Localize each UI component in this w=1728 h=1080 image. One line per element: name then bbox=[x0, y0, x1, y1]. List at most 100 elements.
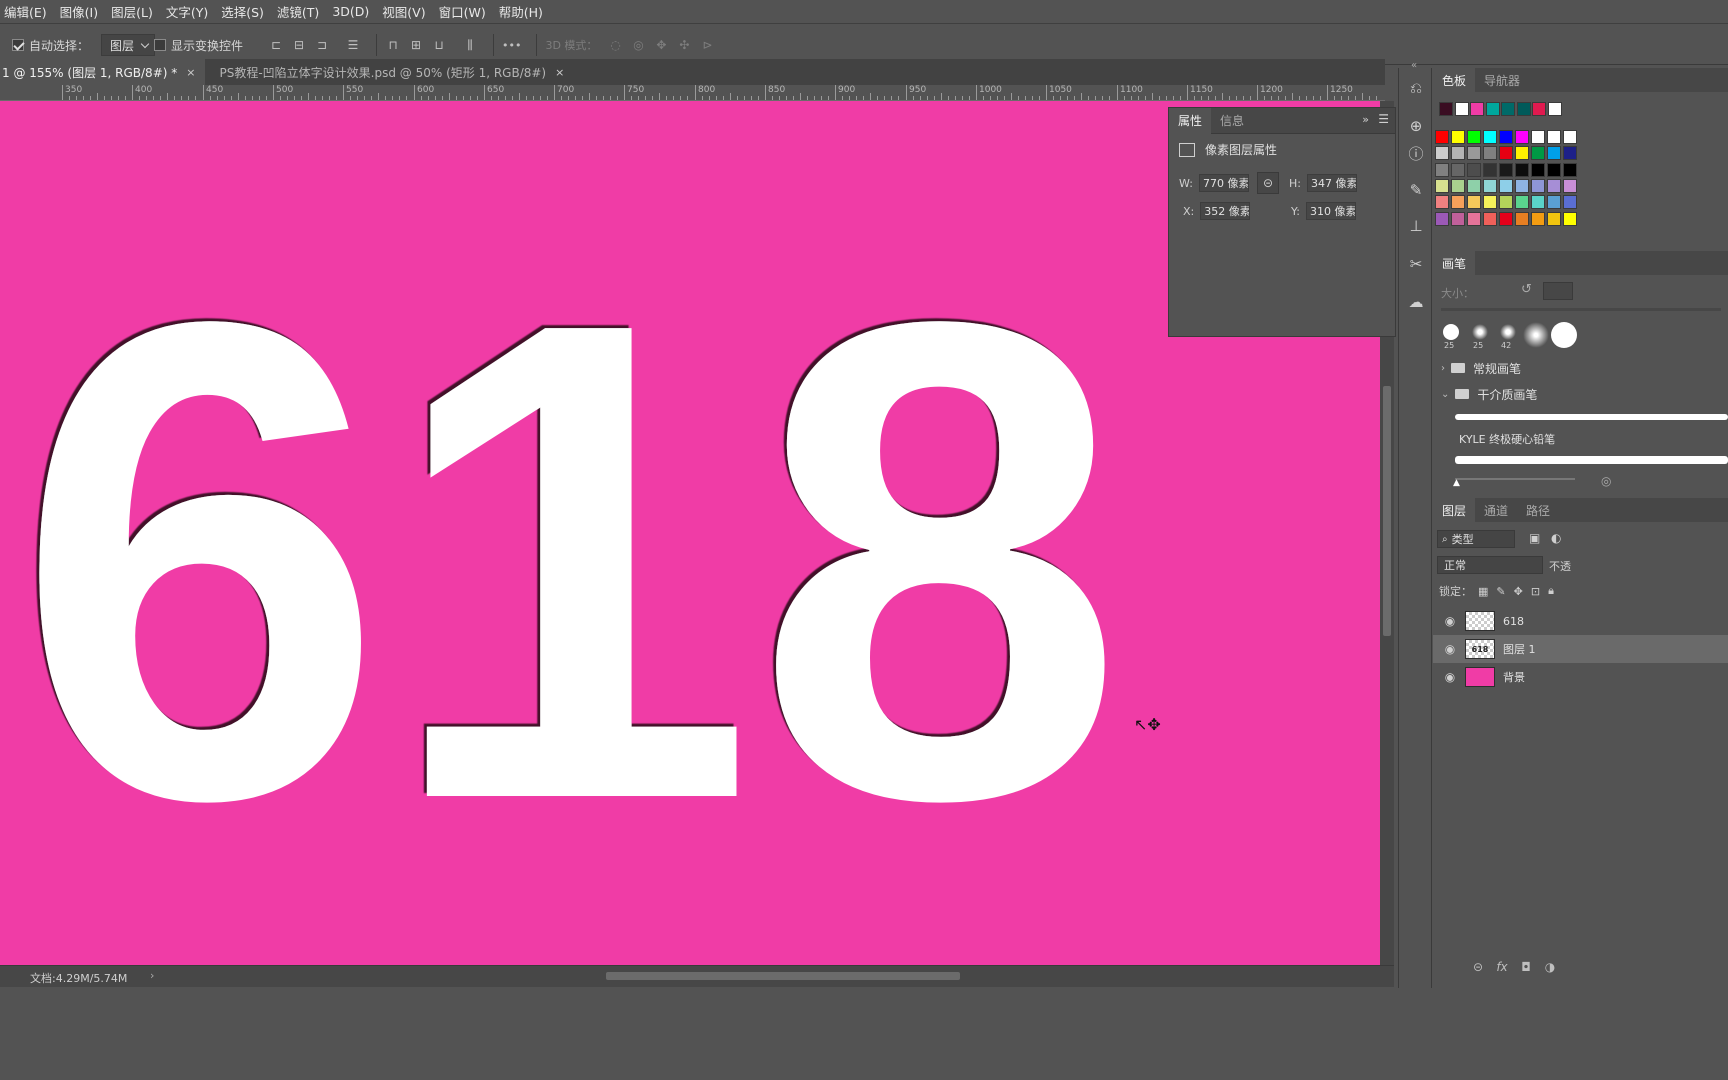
color-swatch[interactable] bbox=[1483, 195, 1497, 210]
brush-preset-1[interactable] bbox=[1443, 324, 1459, 340]
recent-swatch[interactable] bbox=[1547, 102, 1562, 116]
menu-filter[interactable]: 滤镜(T) bbox=[277, 2, 319, 21]
recent-swatch[interactable] bbox=[1439, 102, 1453, 116]
lock-artboard-icon[interactable]: ⊡ bbox=[1531, 585, 1540, 598]
color-swatch[interactable] bbox=[1467, 211, 1481, 226]
recent-swatch[interactable] bbox=[1470, 102, 1484, 116]
color-swatch[interactable] bbox=[1515, 211, 1529, 226]
layer-name[interactable]: 618 bbox=[1503, 615, 1524, 628]
tab-brushes[interactable]: 画笔 bbox=[1433, 251, 1476, 275]
color-swatch[interactable] bbox=[1531, 130, 1545, 144]
close-tab-icon[interactable]: × bbox=[186, 66, 195, 79]
fx-icon[interactable]: fx bbox=[1493, 958, 1511, 976]
color-swatch[interactable] bbox=[1451, 146, 1465, 161]
layer-row[interactable]: ◉ 背景 bbox=[1433, 663, 1728, 691]
align-hcenter-icon[interactable]: ⊟ bbox=[291, 37, 307, 53]
color-swatch[interactable] bbox=[1547, 130, 1561, 144]
color-swatch[interactable] bbox=[1483, 162, 1497, 177]
adjustment-layer-icon[interactable]: ◑ bbox=[1541, 958, 1559, 976]
color-swatch[interactable] bbox=[1515, 146, 1529, 161]
distribute-vertical-icon[interactable]: ☰ bbox=[345, 37, 361, 53]
link-dimensions-icon[interactable]: ⊝ bbox=[1257, 172, 1279, 194]
toggle-preview-icon[interactable]: ◎ bbox=[1601, 474, 1611, 488]
lock-all-icon[interactable]: 🔒︎ bbox=[1548, 584, 1554, 598]
color-swatch[interactable] bbox=[1435, 178, 1449, 193]
recent-swatch[interactable] bbox=[1532, 102, 1546, 116]
lock-position-icon[interactable]: ✥ bbox=[1514, 585, 1523, 598]
auto-select-checkbox[interactable] bbox=[12, 39, 24, 51]
recent-swatch[interactable] bbox=[1454, 102, 1469, 116]
menu-type[interactable]: 文字(Y) bbox=[166, 2, 208, 21]
color-swatch[interactable] bbox=[1563, 162, 1577, 177]
color-swatch[interactable] bbox=[1435, 146, 1449, 161]
doc-size-readout[interactable]: 文档:4.29M/5.74M bbox=[30, 970, 127, 986]
color-swatch[interactable] bbox=[1483, 178, 1497, 193]
horizontal-scrollbar-thumb[interactable] bbox=[606, 972, 960, 980]
color-sampler-icon[interactable]: ⊕ bbox=[1406, 116, 1426, 136]
tab-channels[interactable]: 通道 bbox=[1475, 498, 1517, 522]
brush-size-slider[interactable] bbox=[1441, 308, 1721, 311]
color-swatch[interactable] bbox=[1435, 195, 1449, 210]
clone-source-icon[interactable]: ⊥ bbox=[1406, 216, 1426, 236]
color-swatch[interactable] bbox=[1499, 195, 1513, 210]
tool-presets-icon[interactable]: ✂ bbox=[1406, 254, 1426, 274]
y-field[interactable]: 310 像素 bbox=[1305, 202, 1356, 220]
lock-transparency-icon[interactable]: ▦ bbox=[1478, 585, 1488, 598]
color-swatch[interactable] bbox=[1451, 211, 1465, 226]
status-menu-arrow[interactable]: › bbox=[150, 969, 154, 982]
color-swatch[interactable] bbox=[1483, 211, 1497, 226]
brush-group-general[interactable]: › 常规画笔 bbox=[1441, 358, 1521, 378]
brush-stroke-preview[interactable] bbox=[1455, 456, 1728, 464]
align-top-icon[interactable]: ⊓ bbox=[385, 37, 401, 53]
color-swatch[interactable] bbox=[1515, 162, 1529, 177]
eye-icon[interactable]: ◉ bbox=[1443, 642, 1457, 656]
color-swatch[interactable] bbox=[1547, 146, 1561, 161]
auto-select-dropdown[interactable]: 图层 bbox=[101, 34, 156, 56]
color-swatch[interactable] bbox=[1531, 162, 1545, 177]
slider-handle-icon[interactable]: ▲ bbox=[1453, 478, 1460, 488]
menu-help[interactable]: 帮助(H) bbox=[499, 2, 543, 21]
color-swatch[interactable] bbox=[1499, 130, 1513, 144]
color-swatch[interactable] bbox=[1547, 195, 1561, 210]
color-swatch[interactable] bbox=[1531, 211, 1545, 226]
layer-row[interactable]: ◉ 618 bbox=[1433, 607, 1728, 635]
color-swatch[interactable] bbox=[1483, 146, 1497, 161]
menu-3d[interactable]: 3D(D) bbox=[332, 4, 369, 19]
tab-swatches[interactable]: 色板 bbox=[1433, 68, 1476, 92]
panel-menu-icon[interactable]: ☰ bbox=[1378, 112, 1389, 126]
align-bottom-icon[interactable]: ⊔ bbox=[431, 37, 447, 53]
tab-layers[interactable]: 图层 bbox=[1433, 498, 1476, 522]
lock-pixels-icon[interactable]: ✎ bbox=[1496, 585, 1505, 598]
color-swatch[interactable] bbox=[1499, 162, 1513, 177]
color-swatch[interactable] bbox=[1451, 130, 1465, 144]
color-swatch[interactable] bbox=[1563, 195, 1577, 210]
tab-properties[interactable]: 属性 bbox=[1169, 107, 1212, 134]
horizontal-ruler[interactable]: 350 400 450 500 550 600 650 700 750 800 850 900 950 1… bbox=[0, 85, 1385, 101]
blend-mode-dropdown[interactable]: 正常 bbox=[1437, 556, 1543, 574]
layer-name[interactable]: 背景 bbox=[1503, 669, 1525, 685]
color-swatch[interactable] bbox=[1531, 178, 1545, 193]
vertical-scrollbar-thumb[interactable] bbox=[1383, 386, 1391, 636]
menu-view[interactable]: 视图(V) bbox=[382, 2, 425, 21]
eye-icon[interactable]: ◉ bbox=[1443, 614, 1457, 628]
collapse-panel-icon[interactable]: » bbox=[1362, 113, 1369, 126]
color-swatch[interactable] bbox=[1499, 211, 1513, 226]
doc-tab-inactive[interactable]: PS教程-凹陷立体字设计效果.psd @ 50% (矩形 1, RGB/8#) … bbox=[205, 59, 575, 85]
color-swatch[interactable] bbox=[1563, 211, 1577, 226]
doc-tab-active[interactable]: 1 @ 155% (图层 1, RGB/8#) * × bbox=[0, 59, 206, 85]
menu-select[interactable]: 选择(S) bbox=[221, 2, 264, 21]
color-swatch[interactable] bbox=[1515, 178, 1529, 193]
color-swatch[interactable] bbox=[1435, 162, 1449, 177]
align-left-icon[interactable]: ⊏ bbox=[268, 37, 284, 53]
reset-brush-icon[interactable]: ↺ bbox=[1521, 282, 1532, 297]
brush-size-field[interactable] bbox=[1543, 282, 1573, 300]
layer-filter-dropdown[interactable]: ⌕ 类型 bbox=[1437, 530, 1515, 548]
color-swatch[interactable] bbox=[1531, 195, 1545, 210]
recent-swatch[interactable] bbox=[1501, 102, 1515, 116]
tab-paths[interactable]: 路径 bbox=[1517, 498, 1559, 522]
libraries-icon[interactable]: ☁ bbox=[1406, 292, 1426, 312]
horizontal-scrollbar[interactable] bbox=[170, 970, 1378, 982]
color-swatch[interactable] bbox=[1451, 178, 1465, 193]
layer-name[interactable]: 图层 1 bbox=[1503, 641, 1536, 657]
menu-layer[interactable]: 图层(L) bbox=[111, 2, 153, 21]
